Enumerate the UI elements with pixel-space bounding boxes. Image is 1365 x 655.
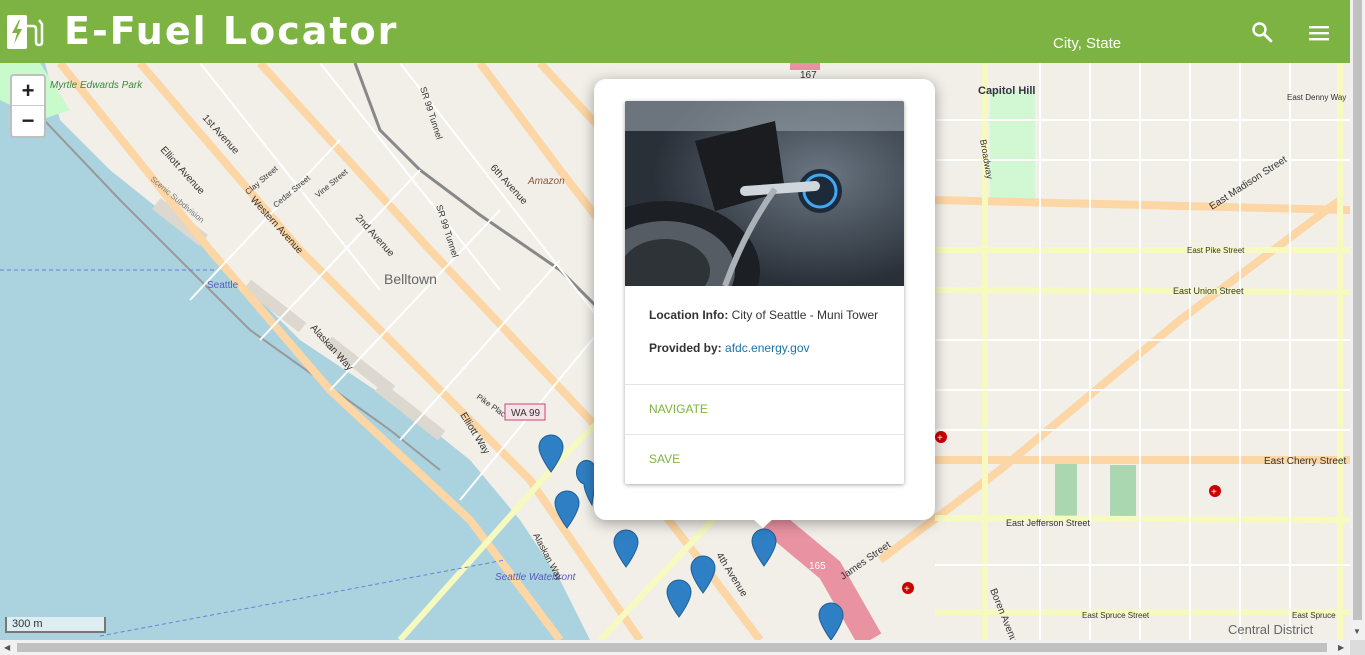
map-scale: 300 m (5, 617, 106, 633)
zoom-control: + − (10, 74, 46, 138)
location-info-value: City of Seattle - Muni Tower (731, 308, 879, 322)
ev-charger-photo (625, 101, 904, 286)
station-marker[interactable] (613, 529, 639, 568)
menu-icon[interactable] (1307, 22, 1331, 44)
app-header: E-Fuel Locator City, State (0, 0, 1350, 63)
zoom-out-button[interactable]: − (12, 105, 44, 135)
station-marker[interactable] (751, 528, 777, 567)
station-card: Location Info: City of Seattle - Muni To… (625, 101, 904, 484)
popup-tip (752, 518, 774, 528)
station-info: Location Info: City of Seattle - Muni To… (625, 286, 904, 355)
station-marker[interactable] (554, 490, 580, 529)
vertical-scrollbar[interactable]: ▼ (1350, 0, 1365, 640)
provider-row: Provided by: afdc.energy.gov (649, 341, 880, 355)
zoom-in-button[interactable]: + (12, 76, 44, 105)
scroll-right-arrow-icon[interactable]: ▶ (1338, 643, 1344, 652)
location-label[interactable]: City, State (1053, 35, 1121, 52)
ev-charging-icon (7, 15, 44, 49)
save-button[interactable]: SAVE (625, 434, 904, 483)
provider-label: Provided by: (649, 341, 722, 355)
horizontal-scrollbar[interactable]: ◀ ▶ (0, 640, 1350, 655)
location-info-label: Location Info: (649, 308, 729, 322)
scroll-left-arrow-icon[interactable]: ◀ (4, 643, 10, 652)
scrollbar-corner (1350, 640, 1365, 655)
scroll-down-arrow-icon[interactable]: ▼ (1353, 627, 1361, 636)
station-marker[interactable] (538, 434, 564, 473)
station-marker[interactable] (666, 579, 692, 618)
station-marker[interactable] (818, 602, 844, 640)
location-info-row: Location Info: City of Seattle - Muni To… (649, 308, 880, 322)
search-icon[interactable] (1250, 20, 1274, 44)
app-title: E-Fuel Locator (64, 9, 399, 53)
station-marker[interactable] (690, 555, 716, 594)
navigate-button[interactable]: NAVIGATE (625, 384, 904, 433)
provider-link[interactable]: afdc.energy.gov (725, 341, 810, 355)
horizontal-scroll-thumb[interactable] (17, 643, 1327, 652)
vertical-scroll-thumb[interactable] (1353, 0, 1362, 620)
